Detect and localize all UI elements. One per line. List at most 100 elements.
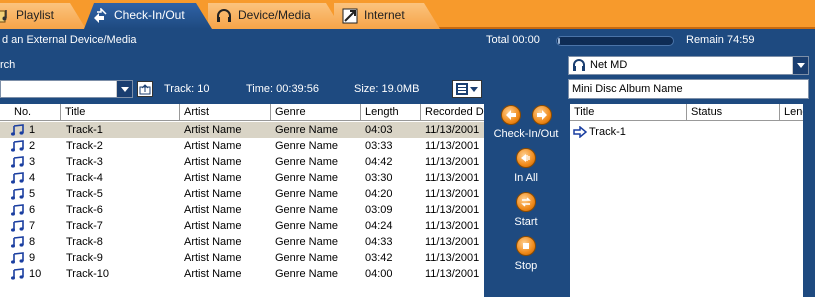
track-artist: Artist Name bbox=[184, 172, 242, 184]
chevron-down-icon bbox=[470, 87, 478, 92]
track-title: Track-7 bbox=[66, 220, 103, 232]
track-genre: Genre Name bbox=[275, 124, 338, 136]
track-title: Track-5 bbox=[66, 188, 103, 200]
column-header-recorded[interactable]: Recorded D bbox=[421, 104, 484, 121]
arrow-right-icon bbox=[537, 110, 547, 120]
album-name-field[interactable]: Mini Disc Album Name bbox=[568, 79, 809, 99]
table-row[interactable]: 4 Track-4 Artist Name Genre Name 03:30 11/13/… bbox=[0, 170, 484, 186]
check-in-button[interactable] bbox=[501, 105, 521, 125]
check-in-out-icon bbox=[92, 8, 108, 24]
chevron-down-icon[interactable] bbox=[792, 57, 808, 74]
table-row[interactable]: 3 Track-3 Artist Name Genre Name 04:42 11/13/… bbox=[0, 154, 484, 170]
tab-check-in-out[interactable]: Check-In/Out bbox=[84, 3, 212, 29]
track-recorded: 11/13/2001 bbox=[425, 156, 480, 168]
chevron-down-icon[interactable] bbox=[116, 81, 132, 97]
arrow-left-icon bbox=[506, 110, 516, 120]
device-select-value: Net MD bbox=[590, 59, 628, 71]
device-select[interactable]: Net MD bbox=[568, 56, 809, 75]
music-note-icon bbox=[11, 204, 24, 216]
track-number: 1 bbox=[29, 124, 36, 136]
start-button[interactable] bbox=[516, 192, 536, 212]
column-header-title[interactable]: Title bbox=[570, 104, 687, 121]
track-title: Track-8 bbox=[66, 236, 103, 248]
device-track-table: Title Status Leng Track-1 bbox=[570, 104, 815, 297]
column-header-status[interactable]: Status bbox=[687, 104, 780, 121]
track-number: 10 bbox=[29, 268, 42, 280]
music-note-icon bbox=[11, 124, 24, 136]
track-artist: Artist Name bbox=[184, 204, 242, 216]
track-table-header: No. Title Artist Genre Length Recorded D bbox=[0, 104, 484, 121]
track-artist: Artist Name bbox=[184, 252, 242, 264]
total-time: Total 00:00 bbox=[486, 34, 540, 46]
table-row[interactable]: 6 Track-6 Artist Name Genre Name 03:09 11/13/… bbox=[0, 202, 484, 218]
column-header-artist[interactable]: Artist bbox=[180, 104, 271, 121]
track-artist: Artist Name bbox=[184, 188, 242, 200]
track-recorded: 11/13/2001 bbox=[425, 204, 480, 216]
table-row[interactable]: 8 Track-8 Artist Name Genre Name 04:33 11/13/… bbox=[0, 234, 484, 250]
table-row[interactable]: 5 Track-5 Artist Name Genre Name 04:20 11/13/… bbox=[0, 186, 484, 202]
folder-up-button[interactable] bbox=[137, 81, 153, 97]
track-length: 04:03 bbox=[365, 124, 393, 136]
status-row: d an External Device/Media Total 00:00 R… bbox=[0, 31, 815, 51]
track-title: Track-3 bbox=[66, 156, 103, 168]
track-length: 03:42 bbox=[365, 252, 393, 264]
music-note-icon bbox=[11, 268, 24, 280]
scrollbar[interactable] bbox=[803, 104, 815, 297]
track-genre: Genre Name bbox=[275, 220, 338, 232]
table-row[interactable]: 10 Track-10 Artist Name Genre Name 04:00 11/1… bbox=[0, 266, 484, 282]
track-table: No. Title Artist Genre Length Recorded D… bbox=[0, 104, 484, 297]
hint-text: d an External Device/Media bbox=[2, 34, 137, 46]
in-all-icon bbox=[521, 154, 530, 162]
table-row[interactable]: 2 Track-2 Artist Name Genre Name 03:33 11/13/… bbox=[0, 138, 484, 154]
stop-icon bbox=[523, 243, 529, 249]
info-row: Track: 10 Time: 00:39:56 Size: 19.0MB bbox=[0, 80, 570, 100]
start-label: Start bbox=[514, 216, 538, 228]
track-number: 7 bbox=[29, 220, 36, 232]
headphones-icon bbox=[573, 59, 585, 71]
track-genre: Genre Name bbox=[275, 236, 338, 248]
view-mode-button[interactable] bbox=[452, 80, 482, 98]
track-title: Track-9 bbox=[66, 252, 103, 264]
track-length: 04:00 bbox=[365, 268, 393, 280]
tab-device-media[interactable]: Device/Media bbox=[208, 3, 342, 29]
track-genre: Genre Name bbox=[275, 268, 338, 280]
table-row[interactable]: 7 Track-7 Artist Name Genre Name 04:24 11/13/… bbox=[0, 218, 484, 234]
column-header-length[interactable]: Length bbox=[361, 104, 421, 121]
table-row[interactable]: 1 Track-1 Artist Name Genre Name 04:03 11/13/… bbox=[0, 122, 484, 138]
tab-internet[interactable]: Internet bbox=[334, 3, 440, 29]
tab-device-label: Device/Media bbox=[238, 8, 311, 22]
transfer-icon bbox=[521, 197, 531, 207]
device-track-row[interactable]: Track-1 bbox=[570, 124, 815, 140]
track-number: 9 bbox=[29, 252, 36, 264]
source-select[interactable] bbox=[0, 80, 133, 98]
music-note-icon bbox=[11, 236, 24, 248]
track-artist: Artist Name bbox=[184, 124, 242, 136]
track-title: Track-6 bbox=[66, 204, 103, 216]
in-all-label: In All bbox=[514, 172, 538, 184]
track-length: 03:09 bbox=[365, 204, 393, 216]
track-number: 3 bbox=[29, 156, 36, 168]
track-recorded: 11/13/2001 bbox=[425, 236, 480, 248]
track-title: Track-1 bbox=[66, 124, 103, 136]
check-in-out-label: Check-In/Out bbox=[493, 128, 559, 140]
in-all-button[interactable] bbox=[516, 148, 536, 168]
track-title: Track-2 bbox=[66, 140, 103, 152]
stop-button[interactable] bbox=[516, 236, 536, 256]
track-number: 4 bbox=[29, 172, 36, 184]
remain-time: Remain 74:59 bbox=[686, 34, 755, 46]
capacity-bar bbox=[556, 36, 674, 46]
column-header-genre[interactable]: Genre bbox=[271, 104, 361, 121]
total-time-info: Time: 00:39:56 bbox=[246, 83, 319, 95]
column-header-no[interactable]: No. bbox=[10, 104, 61, 121]
folder-up-icon bbox=[139, 84, 151, 95]
column-header-title[interactable]: Title bbox=[61, 104, 180, 121]
track-length: 04:24 bbox=[365, 220, 393, 232]
music-note-icon bbox=[11, 220, 24, 232]
track-recorded: 11/13/2001 bbox=[425, 220, 480, 232]
tab-playlist[interactable]: Playlist bbox=[0, 3, 86, 29]
music-note-icon bbox=[11, 172, 24, 184]
internet-icon bbox=[342, 8, 358, 24]
table-row[interactable]: 9 Track-9 Artist Name Genre Name 03:42 11/13/… bbox=[0, 250, 484, 266]
check-out-button[interactable] bbox=[532, 105, 552, 125]
search-label: rch bbox=[0, 59, 16, 71]
